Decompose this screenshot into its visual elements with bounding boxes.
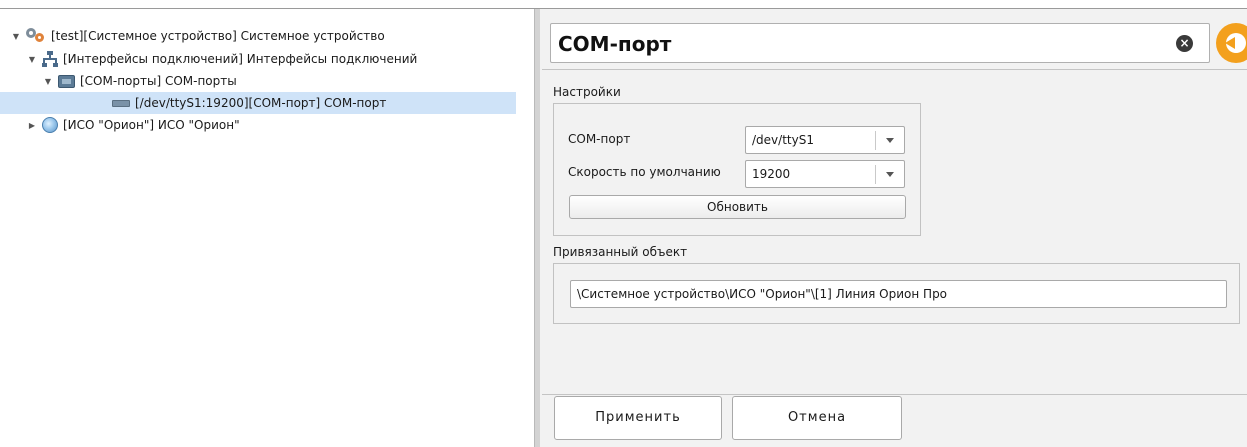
combo-separator — [875, 165, 876, 184]
tree-item-connection-interfaces[interactable]: ▼ [Интерфейсы подключений] Интерфейсы по… — [26, 48, 531, 70]
com-port-select[interactable]: /dev/ttyS1 — [745, 126, 905, 154]
collapse-arrow-icon[interactable]: ▼ — [10, 30, 22, 42]
detail-panel: COM-порт × Настройки COM-порт /dev/ttyS1… — [540, 9, 1247, 447]
collapse-arrow-icon[interactable]: ▼ — [26, 53, 38, 65]
cancel-button[interactable]: Отмена — [732, 396, 902, 440]
speed-value: 19200 — [752, 167, 791, 181]
settings-group-label: Настройки — [553, 85, 621, 99]
chevron-down-icon — [886, 172, 894, 177]
tree-item-label: [COM-порты] COM-порты — [80, 74, 237, 88]
back-icon[interactable] — [1216, 23, 1247, 63]
com-port-icon — [112, 99, 130, 107]
device-tree[interactable]: ▼ [test][Системное устройство] Системное… — [0, 9, 534, 447]
com-port-label: COM-порт — [568, 132, 631, 146]
tree-item-iso-orion[interactable]: ▶ [ИСО "Орион"] ИСО "Орион" — [26, 114, 531, 136]
tree-item-com-ports[interactable]: ▼ [COM-порты] COM-порты — [42, 70, 532, 92]
page-title: COM-порт — [558, 32, 672, 56]
linked-object-value: \Системное устройство\ИСО "Орион"\[1] Ли… — [577, 287, 948, 301]
tree-item-label: [ИСО "Орион"] ИСО "Орион" — [63, 118, 240, 132]
settings-group: COM-порт /dev/ttyS1 Скорость по умолчани… — [553, 103, 921, 236]
tree-item-system-device[interactable]: ▼ [test][Системное устройство] Системное… — [10, 25, 530, 47]
collapse-arrow-icon[interactable]: ▼ — [42, 75, 54, 87]
apply-button-label: Применить — [595, 410, 681, 425]
linked-object-field[interactable]: \Системное устройство\ИСО "Орион"\[1] Ли… — [570, 280, 1227, 308]
linked-object-group: \Системное устройство\ИСО "Орион"\[1] Ли… — [553, 263, 1240, 324]
clear-icon[interactable]: × — [1176, 35, 1193, 52]
linked-object-label: Привязанный объект — [553, 245, 688, 259]
com-ports-icon — [58, 74, 75, 88]
speed-select[interactable]: 19200 — [745, 160, 905, 188]
chevron-down-icon — [886, 138, 894, 143]
network-icon — [42, 51, 58, 67]
tree-item-label: [/dev/ttyS1:19200][COM-порт] COM-порт — [135, 96, 387, 110]
tree-item-com-port[interactable]: [/dev/ttyS1:19200][COM-порт] COM-порт — [0, 92, 516, 114]
tree-item-label: [Интерфейсы подключений] Интерфейсы подк… — [63, 52, 418, 66]
combo-separator — [875, 131, 876, 150]
speed-label: Скорость по умолчанию — [568, 165, 721, 179]
com-port-value: /dev/ttyS1 — [752, 133, 814, 147]
refresh-button[interactable]: Обновить — [569, 195, 906, 219]
title-field[interactable]: COM-порт × — [550, 23, 1210, 63]
tree-item-label: [test][Системное устройство] Системное у… — [51, 29, 385, 43]
orion-icon — [42, 117, 58, 133]
apply-button[interactable]: Применить — [554, 396, 722, 440]
refresh-button-label: Обновить — [707, 200, 768, 214]
gear-icon — [26, 28, 46, 44]
cancel-button-label: Отмена — [787, 410, 847, 425]
expand-arrow-icon[interactable]: ▶ — [26, 119, 38, 131]
